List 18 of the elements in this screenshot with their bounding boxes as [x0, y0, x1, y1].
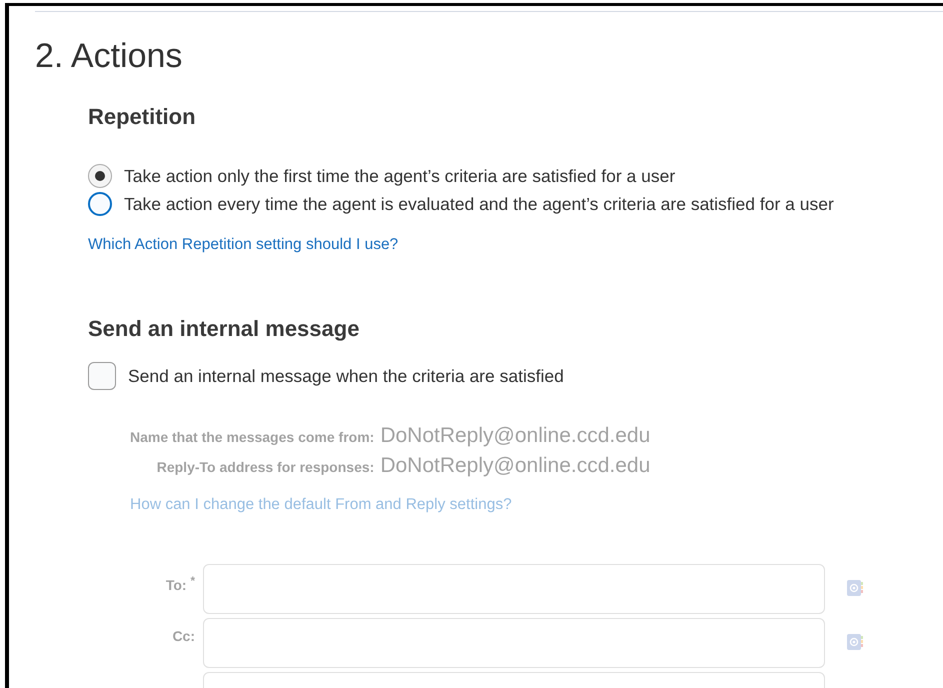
section-title: 2. Actions — [35, 36, 184, 77]
field-value: DoNotReply@online.ccd.edu — [380, 424, 650, 448]
field-label: Cc: — [172, 628, 195, 644]
section-heading: Repetition — [88, 103, 197, 131]
radio-button[interactable] — [88, 164, 112, 188]
field-value: DoNotReply@online.ccd.edu — [380, 454, 650, 478]
radio-button[interactable] — [88, 192, 112, 216]
address-book-icon[interactable] — [845, 632, 865, 652]
field-label: To: $^{*}$ — [166, 576, 195, 593]
checkbox-label: Send an internal message when the criteria are satisfied — [128, 366, 564, 386]
field-label: Reply-To address for responses: — [156, 459, 374, 475]
field-label: Name that the messages come from: — [130, 429, 374, 445]
address-book-icon[interactable] — [845, 578, 865, 598]
help-link[interactable]: Which Action Repetition setting should I use? — [88, 236, 398, 254]
section-heading: Send an internal message — [88, 315, 360, 343]
radio-label: Take action only the first time the agent’s criteria are satisfied for a user — [124, 166, 676, 186]
radio-label: Take action every time the agent is evaluated and the agent’s criteria are satisfied for a user — [124, 194, 834, 214]
checkbox[interactable] — [88, 362, 116, 390]
